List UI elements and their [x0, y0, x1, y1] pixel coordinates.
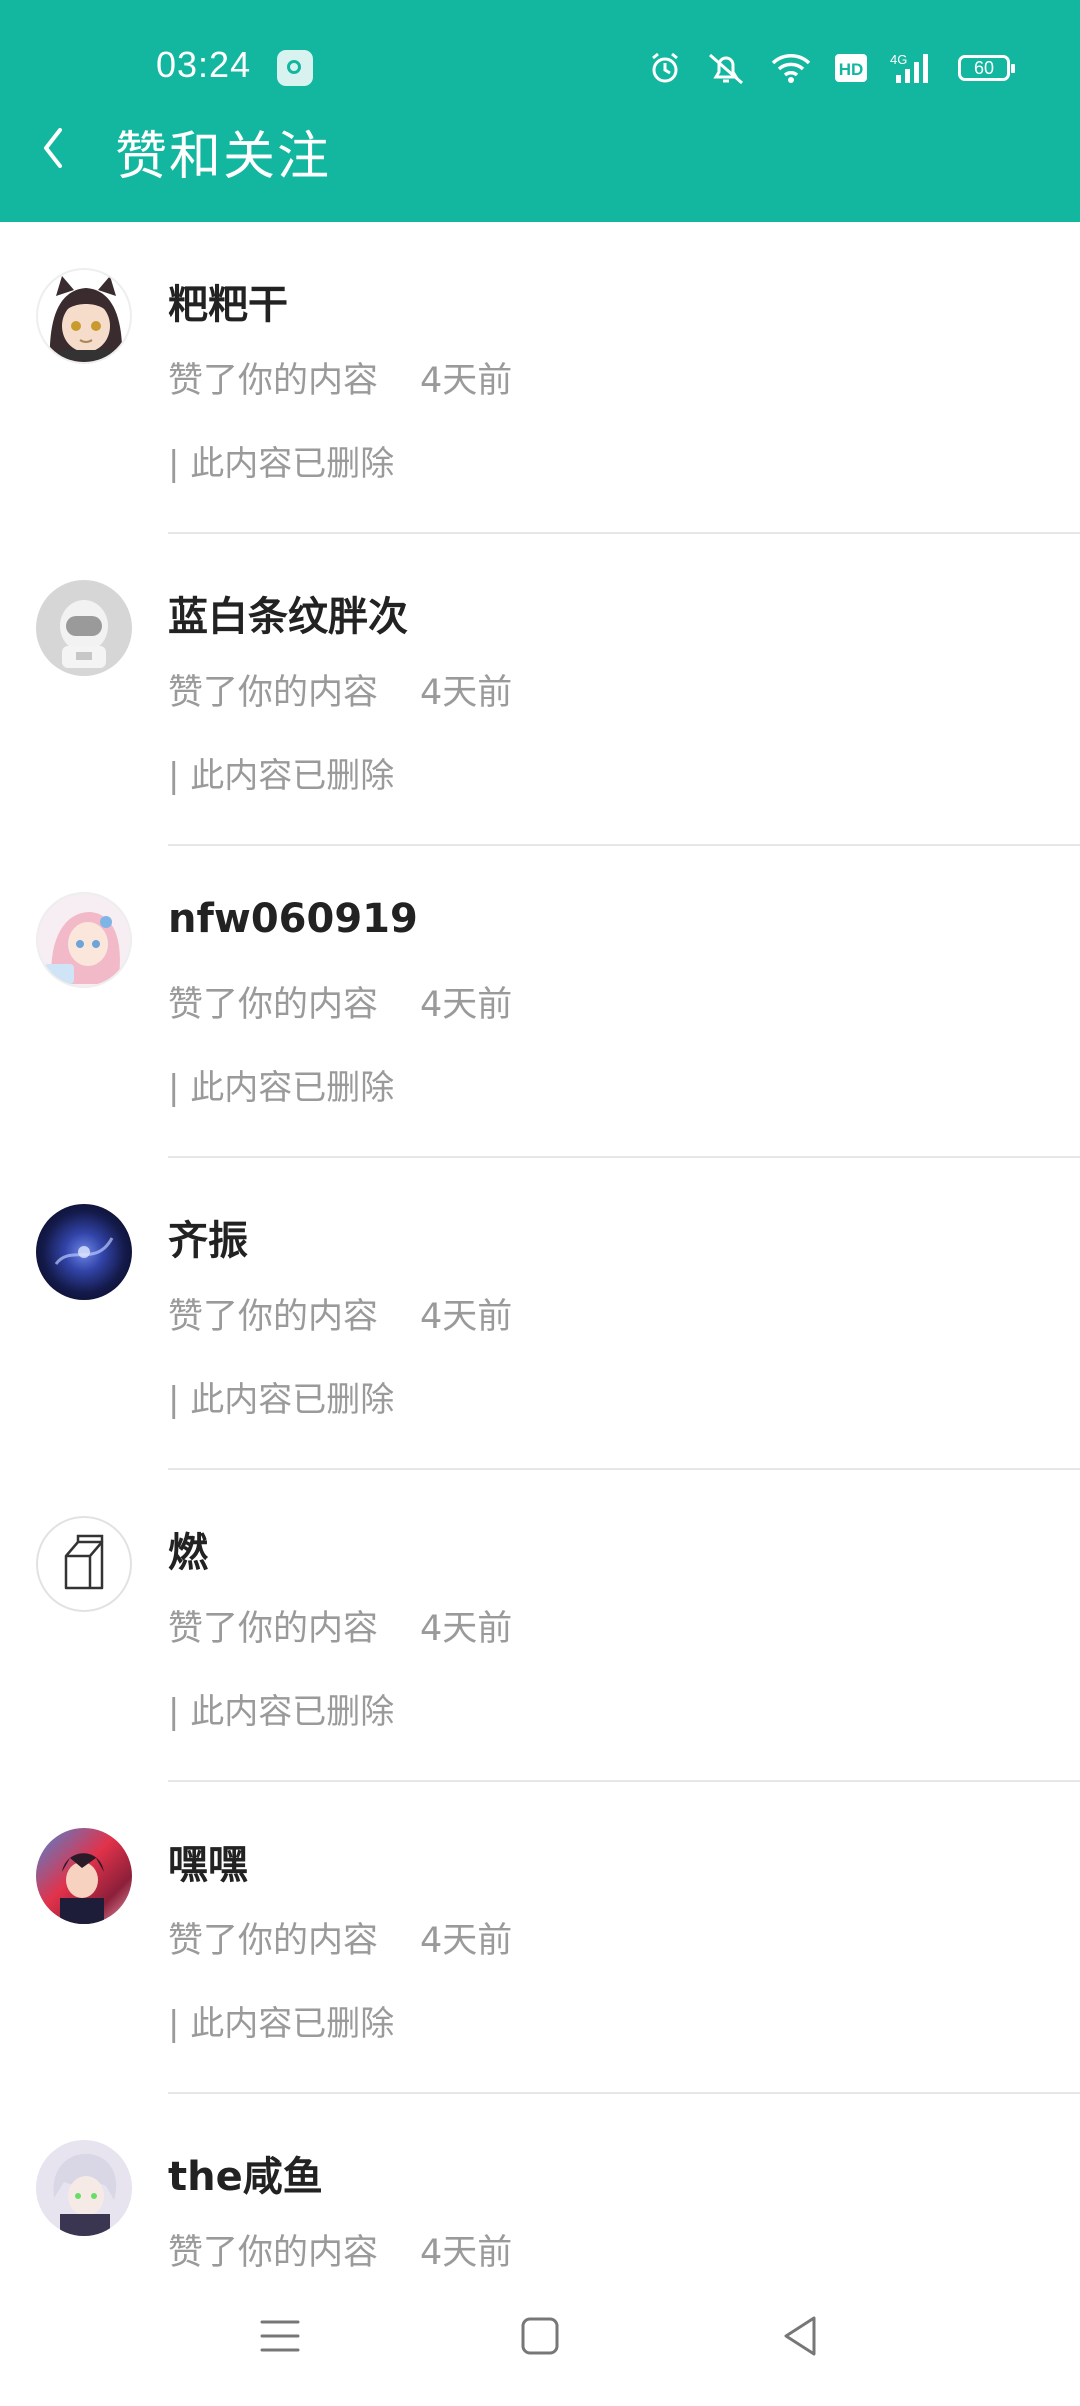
- app-notification-icon: [277, 50, 313, 86]
- action-text: 赞了你的内容: [168, 361, 379, 401]
- menu-icon[interactable]: [250, 2306, 310, 2366]
- status-icons: HD 4G 60: [648, 48, 1015, 88]
- user-name[interactable]: the咸鱼: [168, 2144, 323, 2202]
- status-time: 03:24: [156, 44, 252, 85]
- battery-indicator: 60: [958, 55, 1015, 81]
- timestamp: 4天前: [420, 361, 513, 401]
- deleted-content-text[interactable]: | 此内容已删除: [168, 1684, 394, 1733]
- avatar-milk-box[interactable]: [36, 1516, 132, 1612]
- user-name[interactable]: 齐振: [168, 1208, 248, 1266]
- user-name[interactable]: 蓝白条纹胖次: [168, 584, 408, 642]
- timestamp: 4天前: [420, 2233, 513, 2273]
- action-text: 赞了你的内容: [168, 1297, 379, 1337]
- notification-item[interactable]: 粑粑干 赞了你的内容 4天前 | 此内容已删除: [0, 222, 1080, 534]
- hd-icon: HD: [835, 54, 867, 82]
- svg-text:4G: 4G: [890, 52, 907, 67]
- notification-item[interactable]: 燃 赞了你的内容 4天前 | 此内容已删除: [0, 1470, 1080, 1782]
- avatar-anime-red[interactable]: [36, 1828, 132, 1924]
- notification-item[interactable]: nfw060919 赞了你的内容 4天前 | 此内容已删除: [0, 846, 1080, 1158]
- timestamp: 4天前: [420, 1297, 513, 1337]
- avatar-galaxy[interactable]: [36, 1204, 132, 1300]
- action-text: 赞了你的内容: [168, 1921, 379, 1961]
- svg-text:HD: HD: [839, 60, 864, 79]
- timestamp: 4天前: [420, 1921, 513, 1961]
- signal-4g-icon: 4G: [890, 52, 928, 83]
- deleted-content-text[interactable]: | 此内容已删除: [168, 1372, 394, 1421]
- deleted-content-text[interactable]: | 此内容已删除: [168, 436, 394, 485]
- avatar-astronaut[interactable]: [36, 580, 132, 676]
- home-icon[interactable]: [510, 2306, 570, 2366]
- deleted-content-text[interactable]: | 此内容已删除: [168, 748, 394, 797]
- user-name[interactable]: 燃: [168, 1520, 208, 1578]
- timestamp: 4天前: [420, 673, 513, 713]
- action-text: 赞了你的内容: [168, 985, 379, 1025]
- action-text: 赞了你的内容: [168, 2233, 379, 2273]
- notification-item[interactable]: 蓝白条纹胖次 赞了你的内容 4天前 | 此内容已删除: [0, 534, 1080, 846]
- notification-item[interactable]: 齐振 赞了你的内容 4天前 | 此内容已删除: [0, 1158, 1080, 1470]
- action-text: 赞了你的内容: [168, 673, 379, 713]
- page-title: 赞和关注: [115, 127, 332, 187]
- back-triangle-icon[interactable]: [770, 2306, 830, 2366]
- timestamp: 4天前: [420, 1609, 513, 1649]
- app-header: 03:24 HD 4G 60 赞和关注: [0, 0, 1080, 222]
- deleted-content-text[interactable]: | 此内容已删除: [168, 1060, 394, 1109]
- back-button[interactable]: [30, 118, 86, 178]
- mute-icon: [709, 53, 743, 85]
- notification-list: 粑粑干 赞了你的内容 4天前 | 此内容已删除 蓝白条纹胖次 赞了你的内容 4天…: [0, 222, 1080, 2406]
- avatar-anime-girl[interactable]: [36, 268, 132, 364]
- system-navigation-bar: [0, 2270, 1080, 2400]
- avatar-anime-boy[interactable]: [36, 2140, 132, 2236]
- user-name[interactable]: 粑粑干: [168, 272, 288, 330]
- user-name[interactable]: 嘿嘿: [168, 1832, 248, 1890]
- wifi-icon: [771, 54, 811, 83]
- deleted-content-text[interactable]: | 此内容已删除: [168, 1996, 394, 2045]
- user-name[interactable]: nfw060919: [168, 896, 418, 942]
- notification-item[interactable]: 嘿嘿 赞了你的内容 4天前 | 此内容已删除: [0, 1782, 1080, 2094]
- alarm-icon: [652, 52, 678, 83]
- timestamp: 4天前: [420, 985, 513, 1025]
- action-text: 赞了你的内容: [168, 1609, 379, 1649]
- avatar-anime-pink[interactable]: [36, 892, 132, 988]
